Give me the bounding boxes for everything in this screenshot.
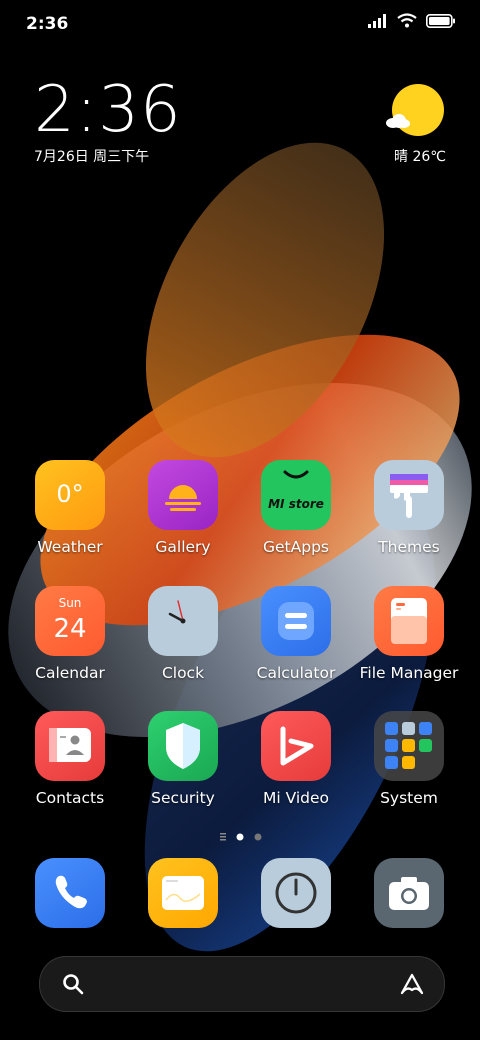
- security-app[interactable]: Security: [128, 711, 238, 807]
- signal-icon: [368, 13, 386, 28]
- phone-app[interactable]: [15, 858, 125, 928]
- calculator-icon: [261, 586, 331, 656]
- mi-video-app[interactable]: Mi Video: [241, 711, 351, 807]
- search-bar[interactable]: [39, 956, 445, 1012]
- page-indicator: [0, 829, 480, 848]
- app-label: GetApps: [263, 538, 329, 556]
- app-label: Calendar: [35, 664, 105, 682]
- file-manager-app[interactable]: File Manager: [354, 586, 464, 682]
- app-label: Themes: [378, 538, 440, 556]
- compass-icon: [261, 858, 331, 928]
- search-icon: [63, 974, 84, 995]
- app-label: File Manager: [359, 664, 459, 682]
- app-label: Clock: [161, 664, 205, 682]
- app-label: Calculator: [256, 664, 336, 682]
- battery-icon: [426, 13, 455, 28]
- weather-app[interactable]: 0° Weather: [15, 460, 125, 556]
- app-label: Mi Video: [262, 789, 330, 807]
- calendar-icon: Sun 24: [35, 586, 105, 656]
- gallery-app[interactable]: Gallery: [128, 460, 238, 556]
- phone-icon: [35, 858, 105, 928]
- contacts-app[interactable]: Contacts: [15, 711, 125, 807]
- sun-icon: [392, 84, 444, 136]
- play-icon: [261, 711, 331, 781]
- voice-assistant-icon[interactable]: [398, 970, 426, 998]
- status-time: 2:36: [26, 14, 69, 34]
- system-folder[interactable]: System: [354, 711, 464, 807]
- calculator-app[interactable]: Calculator: [241, 586, 351, 682]
- compass-app[interactable]: [241, 858, 351, 928]
- themes-icon: [374, 460, 444, 530]
- app-label: Security: [151, 789, 215, 807]
- gallery-icon: [148, 460, 218, 530]
- clock-app[interactable]: Clock: [128, 586, 238, 682]
- page-dot: [254, 833, 262, 841]
- app-label: Contacts: [35, 789, 105, 807]
- folder-icon: [374, 586, 444, 656]
- status-icons: [368, 13, 456, 28]
- mi-store-icon: MI store: [261, 460, 331, 530]
- cloud-icon: [386, 114, 410, 128]
- widget-time: 2:36: [34, 73, 182, 147]
- status-bar: 2:36: [0, 0, 480, 50]
- shield-icon: [148, 711, 218, 781]
- widget-date: 7月26日 周三下午: [34, 149, 150, 165]
- clock-widget[interactable]: 2:36 7月26日 周三下午: [34, 78, 182, 166]
- contacts-icon: [35, 711, 105, 781]
- calendar-app[interactable]: Sun 24 Calendar: [15, 586, 125, 682]
- weather-condition: 晴 26℃: [394, 149, 446, 165]
- themes-app[interactable]: Themes: [354, 460, 464, 556]
- getapps-app[interactable]: MI store GetApps: [241, 460, 351, 556]
- clock-icon: [148, 586, 218, 656]
- folder-grid-icon: [374, 711, 444, 781]
- app-label: Weather: [37, 538, 103, 556]
- wifi-icon: [397, 13, 417, 28]
- app-label: System: [380, 789, 438, 807]
- page-dot-active: [236, 833, 244, 841]
- camera-icon: [374, 858, 444, 928]
- message-icon: [148, 858, 218, 928]
- camera-app[interactable]: [354, 858, 464, 928]
- weather-icon: 0°: [35, 460, 105, 530]
- messages-app[interactable]: [128, 858, 238, 928]
- list-menu-icon: [220, 833, 226, 841]
- app-label: Gallery: [155, 538, 211, 556]
